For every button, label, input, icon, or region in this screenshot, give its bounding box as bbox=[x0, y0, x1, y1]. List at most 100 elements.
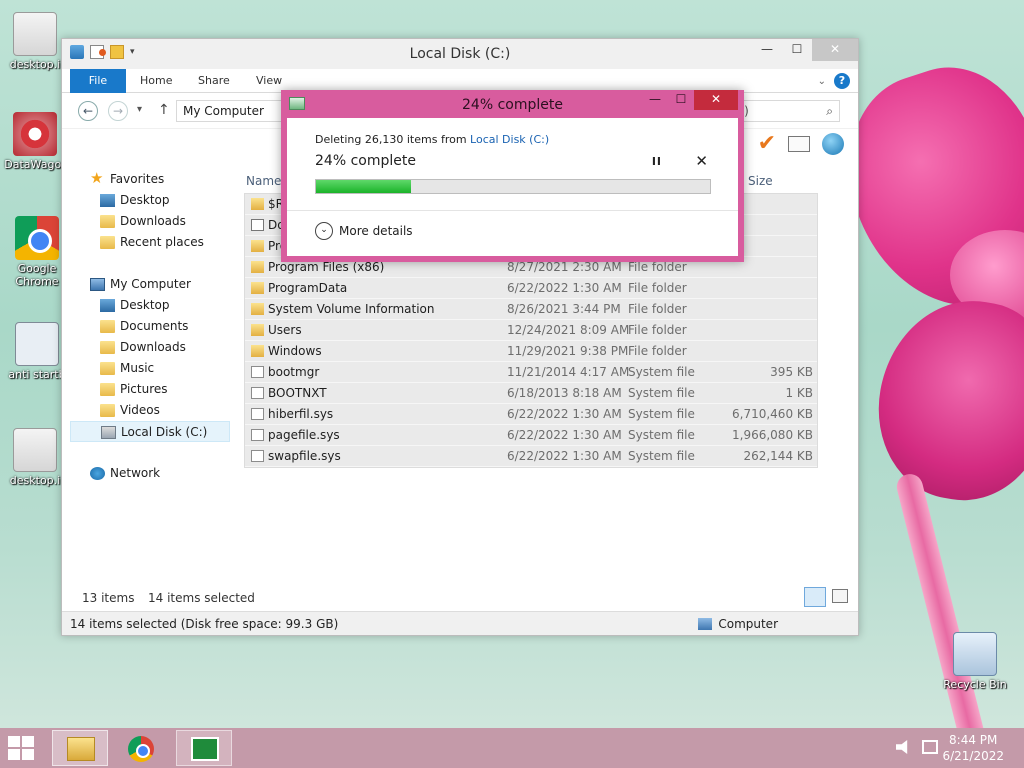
tab-file[interactable]: File bbox=[70, 69, 126, 93]
system-file-icon bbox=[251, 450, 264, 462]
up-button[interactable]: ↑ bbox=[158, 102, 170, 118]
nav-pc-documents[interactable]: Documents bbox=[70, 316, 230, 337]
taskbar-chrome[interactable] bbox=[114, 730, 170, 766]
more-details-button[interactable]: ⌄ More details bbox=[315, 222, 413, 240]
taskbar-clock[interactable]: 8:44 PM 6/21/2022 bbox=[942, 732, 1004, 764]
folder-icon bbox=[251, 282, 264, 294]
tab-share[interactable]: Share bbox=[198, 69, 230, 93]
nav-label: Downloads bbox=[120, 340, 186, 354]
file-date: 6/22/2022 1:30 AM bbox=[507, 449, 622, 463]
cancel-button[interactable]: ✕ bbox=[695, 152, 708, 170]
status-text: 14 items selected (Disk free space: 99.3… bbox=[70, 617, 339, 631]
desktop-icon-recycle-bin[interactable]: Recycle Bin bbox=[940, 632, 1010, 691]
globe-icon[interactable] bbox=[822, 133, 844, 155]
nav-label: Documents bbox=[120, 319, 189, 333]
close-button[interactable]: ✕ bbox=[812, 39, 858, 61]
nav-pc-local-disk[interactable]: Local Disk (C:) bbox=[70, 421, 230, 442]
table-row[interactable]: System Volume Information 8/26/2021 3:44 … bbox=[245, 299, 817, 320]
nav-network[interactable]: Network bbox=[70, 463, 230, 484]
file-date: 12/24/2021 8:09 AM bbox=[507, 323, 630, 337]
nav-pc-downloads[interactable]: Downloads bbox=[70, 337, 230, 358]
desktop-icon-desktop-ini-1[interactable]: desktop.i bbox=[0, 12, 70, 71]
operation-description: Deleting 26,130 items from Local Disk (C… bbox=[315, 133, 549, 146]
file-type: System file bbox=[628, 407, 695, 421]
volume-muted-icon[interactable] bbox=[896, 740, 908, 754]
table-row[interactable]: Windows 11/29/2021 9:38 PM File folder bbox=[245, 341, 817, 362]
nav-label: Recent places bbox=[120, 235, 204, 249]
nav-label: My Computer bbox=[110, 277, 191, 291]
window-titlebar[interactable]: ▾ Local Disk (C:) — ☐ ✕ bbox=[62, 39, 858, 69]
forward-button[interactable]: → bbox=[108, 101, 128, 121]
taskbar-file-explorer[interactable] bbox=[52, 730, 108, 766]
dialog-titlebar[interactable]: 24% complete — ☐ ✕ bbox=[281, 90, 744, 118]
help-icon[interactable]: ? bbox=[834, 73, 850, 89]
nav-favorites[interactable]: ★ Favorites bbox=[70, 169, 230, 190]
column-header-name[interactable]: Name bbox=[246, 169, 281, 193]
toolbar-icons: ✔ bbox=[758, 133, 844, 155]
tab-view[interactable]: View bbox=[256, 69, 282, 93]
back-button[interactable]: ← bbox=[78, 101, 98, 121]
source-location-link[interactable]: Local Disk (C:) bbox=[470, 133, 549, 146]
system-file-icon bbox=[251, 366, 264, 378]
nav-label: Network bbox=[110, 466, 161, 480]
clock-date: 6/21/2022 bbox=[942, 749, 1004, 763]
file-date: 8/26/2021 3:44 PM bbox=[507, 302, 621, 316]
table-row[interactable]: swapfile.sys 6/22/2022 1:30 AM System file… bbox=[245, 446, 817, 467]
file-name: BOOTNXT bbox=[268, 386, 327, 400]
nav-pc-videos[interactable]: Videos bbox=[70, 400, 230, 421]
table-row[interactable]: pagefile.sys 6/22/2022 1:30 AM System file… bbox=[245, 425, 817, 446]
table-row[interactable]: bootmgr 11/21/2014 4:17 AM System file 395 … bbox=[245, 362, 817, 383]
expand-ribbon-icon[interactable]: ⌄ bbox=[818, 76, 826, 87]
dialog-minimize-button[interactable]: — bbox=[642, 90, 668, 110]
downloads-folder-icon bbox=[100, 215, 115, 228]
minimize-button[interactable]: — bbox=[752, 39, 782, 61]
nav-fav-downloads[interactable]: Downloads bbox=[70, 211, 230, 232]
table-row[interactable]: Users 12/24/2021 8:09 AM File folder bbox=[245, 320, 817, 341]
nav-pc-desktop[interactable]: Desktop bbox=[70, 295, 230, 316]
desktop-icon-datawagon[interactable]: DataWagor bbox=[0, 112, 70, 171]
nav-label: Favorites bbox=[110, 172, 165, 186]
large-icons-view-icon[interactable] bbox=[832, 589, 848, 603]
file-name: System Volume Information bbox=[268, 302, 435, 316]
maximize-button[interactable]: ☐ bbox=[782, 39, 812, 61]
desktop-icon-desktop-ini-2[interactable]: desktop.i bbox=[0, 428, 70, 487]
nav-fav-recent-places[interactable]: Recent places bbox=[70, 232, 230, 253]
desktop-icon-label: desktop.i bbox=[9, 474, 61, 487]
table-row[interactable]: ProgramData 6/22/2022 1:30 AM File folder bbox=[245, 278, 817, 299]
store-icon bbox=[191, 737, 219, 761]
pause-button[interactable]: II bbox=[652, 155, 662, 168]
column-header-size[interactable]: Size bbox=[748, 169, 773, 193]
taskbar-store[interactable] bbox=[176, 730, 232, 766]
dialog-maximize-button[interactable]: ☐ bbox=[668, 90, 694, 110]
file-date: 6/22/2022 1:30 AM bbox=[507, 281, 622, 295]
dialog-close-button[interactable]: ✕ bbox=[694, 90, 738, 110]
operation-text: Deleting 26,130 items from bbox=[315, 133, 471, 146]
search-icon: ⌕ bbox=[826, 104, 833, 118]
desktop-icon-label: Google Chrome bbox=[15, 262, 59, 288]
tab-home[interactable]: Home bbox=[140, 69, 172, 93]
table-row[interactable]: BOOTNXT 6/18/2013 8:18 AM System file 1 KB bbox=[245, 383, 817, 404]
table-row[interactable]: hiberfil.sys 6/22/2022 1:30 AM System file… bbox=[245, 404, 817, 425]
file-explorer-icon bbox=[67, 737, 95, 761]
start-button[interactable] bbox=[8, 736, 38, 760]
downloads-folder-icon bbox=[100, 341, 115, 354]
document-icon bbox=[13, 428, 57, 472]
desktop-icon-label: DataWagor bbox=[4, 158, 66, 171]
nav-my-computer[interactable]: My Computer bbox=[70, 274, 230, 295]
recent-locations-chevron-icon[interactable]: ▾ bbox=[137, 104, 142, 115]
nav-label: Local Disk (C:) bbox=[121, 425, 208, 439]
shortcut-icon bbox=[251, 219, 264, 231]
pictures-folder-icon bbox=[100, 383, 115, 396]
preview-pane-icon[interactable] bbox=[788, 136, 810, 152]
nav-pc-pictures[interactable]: Pictures bbox=[70, 379, 230, 400]
status-location-label: Computer bbox=[718, 617, 778, 631]
file-date: 6/18/2013 8:18 AM bbox=[507, 386, 622, 400]
more-details-label: More details bbox=[339, 224, 413, 238]
documents-folder-icon bbox=[100, 320, 115, 333]
file-type: File folder bbox=[628, 344, 687, 358]
nav-fav-desktop[interactable]: Desktop bbox=[70, 190, 230, 211]
nav-pc-music[interactable]: Music bbox=[70, 358, 230, 379]
network-tray-icon[interactable] bbox=[922, 740, 938, 754]
details-view-icon[interactable] bbox=[804, 587, 826, 607]
checkmark-icon[interactable]: ✔ bbox=[758, 133, 776, 155]
